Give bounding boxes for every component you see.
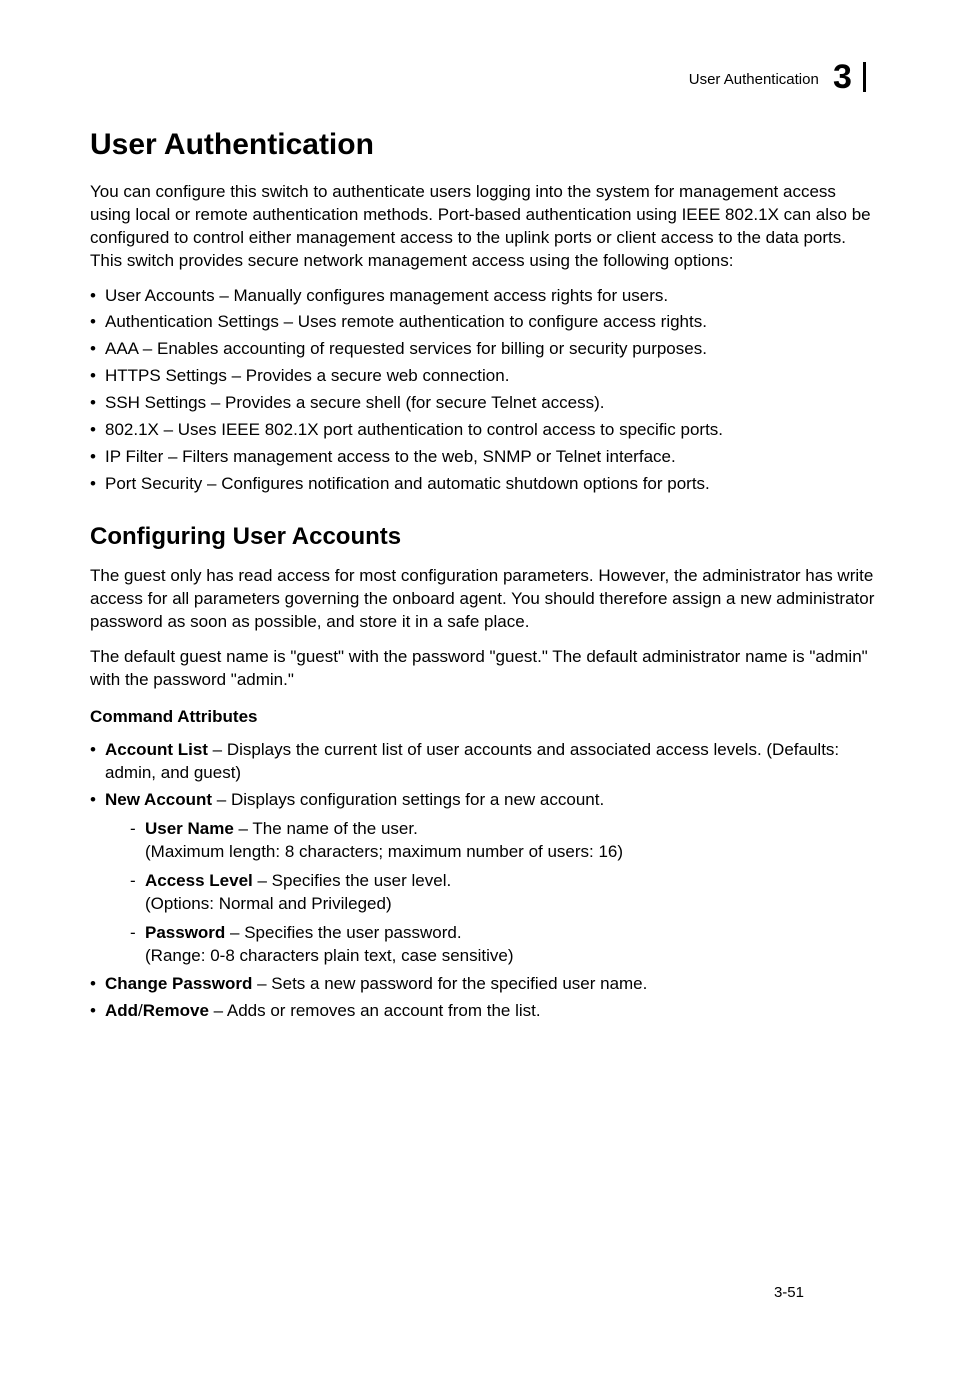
sub-attr-label: Access Level bbox=[145, 871, 253, 890]
list-item: Access Level – Specifies the user level.… bbox=[130, 870, 879, 916]
list-item: Authentication Settings – Uses remote au… bbox=[90, 311, 879, 334]
attr-text: – Displays configuration settings for a … bbox=[212, 790, 604, 809]
options-list: User Accounts – Manually configures mana… bbox=[90, 285, 879, 497]
list-item: IP Filter – Filters management access to… bbox=[90, 446, 879, 469]
running-header: User Authentication 3 bbox=[90, 60, 879, 100]
list-item: Add/Remove – Adds or removes an account … bbox=[90, 1000, 879, 1023]
list-item: Port Security – Configures notification … bbox=[90, 473, 879, 496]
list-item: AAA – Enables accounting of requested se… bbox=[90, 338, 879, 361]
attr-label: Add bbox=[105, 1001, 138, 1020]
sub-attr-label: Password bbox=[145, 923, 225, 942]
chapter-number-icon: 3 bbox=[833, 60, 879, 100]
sub-attr-label: User Name bbox=[145, 819, 234, 838]
attr-text: – Displays the current list of user acco… bbox=[105, 740, 839, 782]
sub-attributes-list: User Name – The name of the user. (Maxim… bbox=[130, 818, 879, 968]
page-container: User Authentication 3 User Authenticatio… bbox=[90, 60, 879, 1348]
list-item: Change Password – Sets a new password fo… bbox=[90, 973, 879, 996]
attr-label-2: Remove bbox=[143, 1001, 209, 1020]
sub-attr-note: (Range: 0-8 characters plain text, case … bbox=[145, 946, 514, 965]
list-item: Account List – Displays the current list… bbox=[90, 739, 879, 785]
page-title: User Authentication bbox=[90, 125, 879, 166]
attr-label: New Account bbox=[105, 790, 212, 809]
list-item: Password – Specifies the user password. … bbox=[130, 922, 879, 968]
page-number: 3-51 bbox=[774, 1283, 804, 1303]
command-attributes-list: Account List – Displays the current list… bbox=[90, 739, 879, 1023]
sub-attr-text: – Specifies the user password. bbox=[225, 923, 461, 942]
sub-attr-note: (Options: Normal and Privileged) bbox=[145, 894, 392, 913]
chapter-number-glyph: 3 bbox=[833, 60, 852, 94]
attr-label: Change Password bbox=[105, 974, 252, 993]
intro-paragraph: You can configure this switch to authent… bbox=[90, 181, 879, 273]
sub-attr-note: (Maximum length: 8 characters; maximum n… bbox=[145, 842, 623, 861]
list-item: SSH Settings – Provides a secure shell (… bbox=[90, 392, 879, 415]
body-paragraph: The guest only has read access for most … bbox=[90, 565, 879, 634]
list-item: HTTPS Settings – Provides a secure web c… bbox=[90, 365, 879, 388]
attr-text: – Adds or removes an account from the li… bbox=[209, 1001, 541, 1020]
header-section-title: User Authentication bbox=[689, 71, 819, 88]
section-heading: Configuring User Accounts bbox=[90, 521, 879, 553]
sub-attr-text: – The name of the user. bbox=[234, 819, 418, 838]
body-paragraph: The default guest name is "guest" with t… bbox=[90, 646, 879, 692]
attr-text: – Sets a new password for the specified … bbox=[252, 974, 647, 993]
list-item: 802.1X – Uses IEEE 802.1X port authentic… bbox=[90, 419, 879, 442]
attr-label: Account List bbox=[105, 740, 208, 759]
subsection-heading: Command Attributes bbox=[90, 706, 879, 729]
list-item: New Account – Displays configuration set… bbox=[90, 789, 879, 968]
list-item: User Name – The name of the user. (Maxim… bbox=[130, 818, 879, 864]
sub-attr-text: – Specifies the user level. bbox=[253, 871, 451, 890]
list-item: User Accounts – Manually configures mana… bbox=[90, 285, 879, 308]
